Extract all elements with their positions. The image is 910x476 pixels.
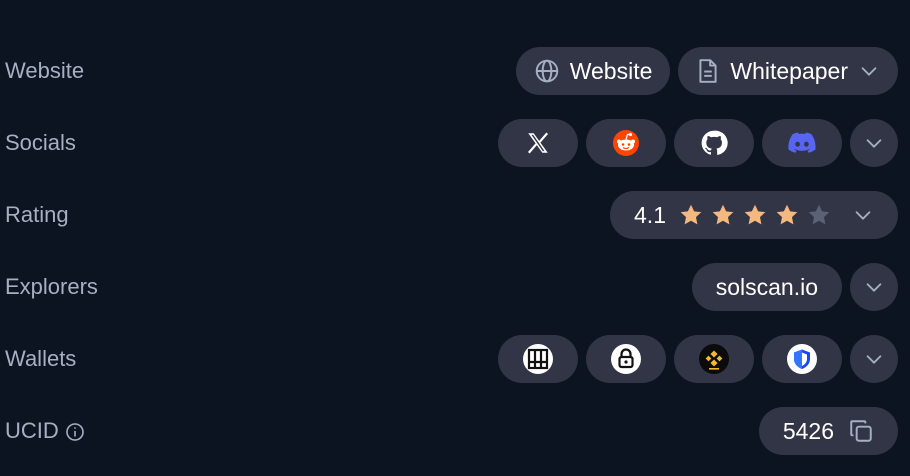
star-empty-icon	[806, 202, 832, 228]
website-row: Website Website Whitepaper	[0, 47, 910, 95]
ucid-label: UCID	[5, 418, 59, 443]
github-link[interactable]	[674, 119, 754, 167]
rating-area: 4.1	[610, 191, 898, 239]
wallet-grid-link[interactable]	[498, 335, 578, 383]
rating-row: Rating 4.1	[0, 191, 910, 239]
socials-label: Socials	[5, 130, 76, 155]
chevron-down-icon	[863, 276, 885, 298]
star-filled-icon	[742, 202, 768, 228]
copy-icon	[848, 418, 874, 444]
x-icon	[525, 130, 551, 156]
ucid-area: 5426	[758, 407, 898, 455]
website-button[interactable]: Website	[515, 47, 671, 95]
reddit-icon	[612, 129, 640, 157]
info-icon[interactable]	[65, 422, 85, 442]
website-button-label: Website	[569, 57, 653, 84]
github-icon	[700, 129, 728, 157]
chevron-down-icon	[858, 60, 880, 82]
solscan-link[interactable]: solscan.io	[691, 263, 842, 311]
lock-wallet-icon	[610, 343, 642, 375]
website-links: Website Whitepaper	[515, 47, 898, 95]
shield-wallet-icon	[786, 343, 818, 375]
rating-button[interactable]: 4.1	[610, 191, 898, 239]
reddit-link[interactable]	[586, 119, 666, 167]
star-filled-icon	[774, 202, 800, 228]
chevron-down-icon	[852, 204, 874, 226]
ucid-row: UCID 5426	[0, 407, 910, 455]
wallets-expand-button[interactable]	[850, 335, 898, 383]
wallets-row: Wallets	[0, 335, 910, 383]
rating-value: 4.1	[634, 201, 666, 228]
chevron-down-icon	[863, 132, 885, 154]
document-icon	[696, 58, 720, 84]
globe-icon	[534, 58, 560, 84]
solscan-link-label: solscan.io	[715, 273, 818, 300]
wallet-shield-link[interactable]	[762, 335, 842, 383]
wallets-links	[498, 335, 898, 383]
explorers-label: Explorers	[5, 274, 98, 299]
socials-expand-button[interactable]	[850, 119, 898, 167]
socials-links	[498, 119, 898, 167]
grid-wallet-icon	[522, 343, 554, 375]
wallet-binance-link[interactable]	[674, 335, 754, 383]
explorers-expand-button[interactable]	[850, 263, 898, 311]
whitepaper-button-label: Whitepaper	[730, 57, 848, 84]
explorers-row: Explorers solscan.io	[0, 263, 910, 311]
ucid-copy-button[interactable]: 5426	[758, 407, 898, 455]
ucid-value: 5426	[782, 417, 834, 444]
star-filled-icon	[710, 202, 736, 228]
website-label: Website	[5, 58, 85, 83]
ucid-label-group: UCID	[5, 407, 85, 455]
wallets-label: Wallets	[5, 346, 77, 371]
whitepaper-button[interactable]: Whitepaper	[678, 47, 898, 95]
x-link[interactable]	[498, 119, 578, 167]
star-filled-icon	[678, 202, 704, 228]
rating-stars	[678, 202, 832, 228]
explorers-links: solscan.io	[691, 263, 898, 311]
discord-icon	[788, 132, 816, 154]
rating-label: Rating	[5, 202, 69, 227]
binance-wallet-icon	[698, 343, 730, 375]
wallet-lock-link[interactable]	[586, 335, 666, 383]
socials-row: Socials	[0, 119, 910, 167]
chevron-down-icon	[863, 348, 885, 370]
discord-link[interactable]	[762, 119, 842, 167]
